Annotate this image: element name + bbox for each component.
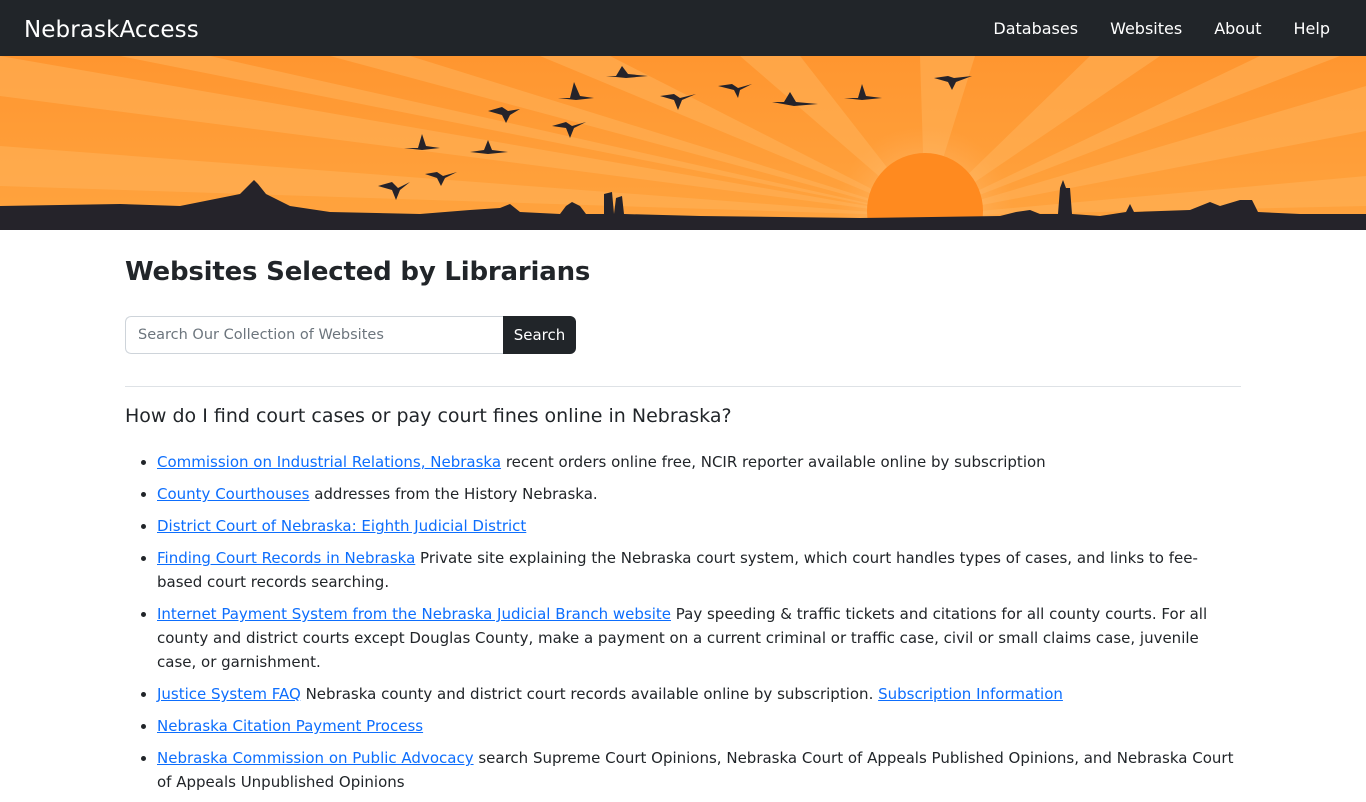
result-link[interactable]: Justice System FAQ bbox=[157, 685, 301, 703]
nav-link-help[interactable]: Help bbox=[1294, 19, 1330, 38]
result-description: recent orders online free, NCIR reporter… bbox=[501, 453, 1046, 471]
list-item: Finding Court Records in Nebraska Privat… bbox=[157, 546, 1241, 594]
list-item: County Courthouses addresses from the Hi… bbox=[157, 482, 1241, 506]
list-item: Nebraska Citation Payment Process bbox=[157, 714, 1241, 738]
search-form: Search bbox=[125, 316, 576, 354]
result-description: addresses from the History Nebraska. bbox=[309, 485, 598, 503]
result-link[interactable]: Finding Court Records in Nebraska bbox=[157, 549, 415, 567]
result-link[interactable]: Nebraska Commission on Public Advocacy bbox=[157, 749, 474, 767]
result-link[interactable]: Internet Payment System from the Nebrask… bbox=[157, 605, 671, 623]
sunset-banner-image bbox=[0, 56, 1366, 230]
result-link[interactable]: County Courthouses bbox=[157, 485, 309, 503]
list-item: Commission on Industrial Relations, Nebr… bbox=[157, 450, 1241, 474]
search-button[interactable]: Search bbox=[503, 316, 576, 354]
list-item: Nebraska Commission on Public Advocacy s… bbox=[157, 746, 1241, 794]
list-item: Internet Payment System from the Nebrask… bbox=[157, 602, 1241, 674]
results-list: Commission on Industrial Relations, Nebr… bbox=[125, 450, 1241, 794]
nav-links: Databases Websites About Help bbox=[993, 19, 1330, 38]
list-item: Justice System FAQ Nebraska county and d… bbox=[157, 682, 1241, 706]
result-link[interactable]: Commission on Industrial Relations, Nebr… bbox=[157, 453, 501, 471]
page-title: Websites Selected by Librarians bbox=[125, 257, 591, 287]
search-input[interactable] bbox=[125, 316, 503, 354]
main-content: Websites Selected by Librarians Search H… bbox=[125, 230, 1241, 802]
result-link[interactable]: District Court of Nebraska: Eighth Judic… bbox=[157, 517, 526, 535]
list-item: District Court of Nebraska: Eighth Judic… bbox=[157, 514, 1241, 538]
top-navbar: NebraskAccess Databases Websites About H… bbox=[0, 0, 1366, 56]
section-divider bbox=[125, 386, 1241, 387]
brand-logo-link[interactable]: NebraskAccess bbox=[24, 17, 199, 43]
result-description: Nebraska county and district court recor… bbox=[300, 685, 879, 703]
nav-link-about[interactable]: About bbox=[1214, 19, 1261, 38]
sunset-banner bbox=[0, 56, 1366, 230]
result-link[interactable]: Nebraska Citation Payment Process bbox=[157, 717, 423, 735]
nav-link-databases[interactable]: Databases bbox=[993, 19, 1078, 38]
question-heading: How do I find court cases or pay court f… bbox=[125, 405, 732, 427]
subscription-info-link[interactable]: Subscription Information bbox=[878, 685, 1063, 703]
nav-link-websites[interactable]: Websites bbox=[1110, 19, 1182, 38]
